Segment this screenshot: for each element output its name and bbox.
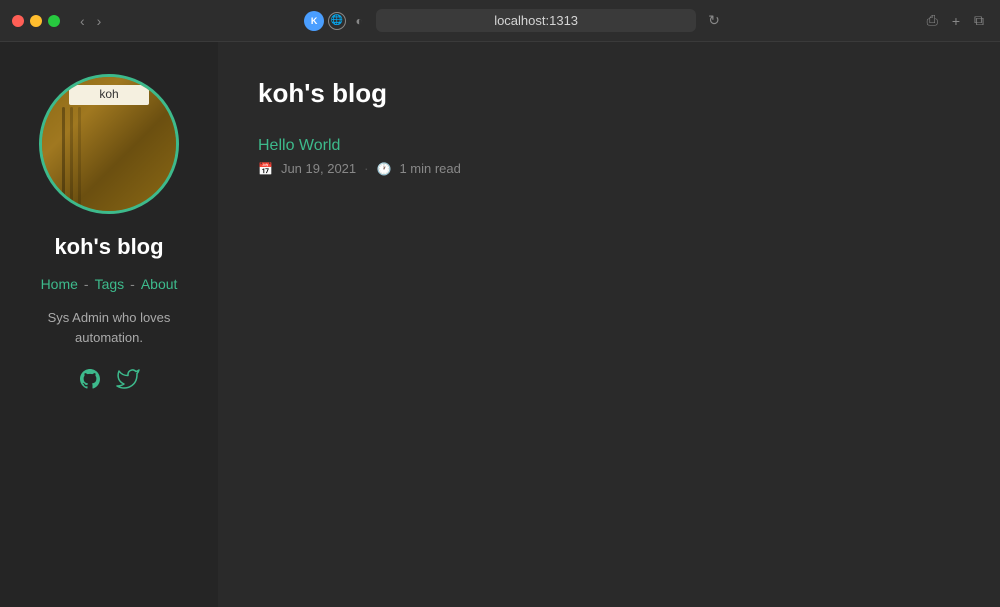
avatar-container (39, 74, 179, 214)
new-tab-button[interactable]: + (948, 11, 964, 31)
theme-icon: ◐ (350, 12, 368, 30)
post-read-time: 1 min read (399, 161, 460, 176)
favicon: K (304, 11, 324, 31)
forward-button[interactable]: › (93, 11, 106, 31)
sidebar-blog-title: koh's blog (54, 234, 163, 260)
post-meta: 📅 Jun 19, 2021 · 🕐 1 min read (258, 161, 960, 176)
page-title: koh's blog (258, 78, 960, 109)
post-title-link[interactable]: Hello World (258, 137, 960, 155)
maximize-button[interactable] (48, 15, 60, 27)
avatar-decoration (62, 107, 65, 207)
browser-actions: ⎙ + ⧉ (923, 10, 988, 31)
address-bar[interactable] (376, 9, 696, 32)
clock-icon: 🕐 (376, 162, 391, 176)
twitter-icon[interactable] (116, 367, 140, 397)
close-button[interactable] (12, 15, 24, 27)
nav-sep-2: - (130, 276, 135, 292)
nav-tags[interactable]: Tags (95, 276, 125, 292)
reload-button[interactable]: ↻ (704, 10, 724, 31)
back-button[interactable]: ‹ (76, 11, 89, 31)
github-icon[interactable] (78, 367, 102, 397)
calendar-icon: 📅 (258, 162, 273, 176)
address-bar-area: K 🌐 ◐ ↻ (113, 9, 914, 32)
nav-sep-1: - (84, 276, 89, 292)
app-container: koh's blog Home - Tags - About Sys Admin… (0, 42, 1000, 607)
minimize-button[interactable] (30, 15, 42, 27)
post-date: Jun 19, 2021 (281, 161, 356, 176)
sidebar-bio: Sys Admin who loves automation. (20, 308, 198, 347)
nav-about[interactable]: About (141, 276, 178, 292)
browser-chrome: ‹ › K 🌐 ◐ ↻ ⎙ + ⧉ (0, 0, 1000, 42)
sidebar-nav: Home - Tags - About (41, 276, 178, 292)
avatar (42, 77, 176, 211)
favicon-area: K 🌐 ◐ (304, 11, 368, 31)
sidebar: koh's blog Home - Tags - About Sys Admin… (0, 42, 218, 607)
nav-home[interactable]: Home (41, 276, 78, 292)
share-button[interactable]: ⎙ (923, 10, 942, 31)
traffic-lights (12, 15, 60, 27)
globe-icon: 🌐 (328, 12, 346, 30)
social-icons (78, 367, 140, 397)
browser-controls: ‹ › (76, 11, 105, 31)
post-item: Hello World 📅 Jun 19, 2021 · 🕐 1 min rea… (258, 137, 960, 176)
main-content: koh's blog Hello World 📅 Jun 19, 2021 · … (218, 42, 1000, 607)
tabs-button[interactable]: ⧉ (970, 10, 988, 31)
meta-separator: · (364, 161, 368, 176)
